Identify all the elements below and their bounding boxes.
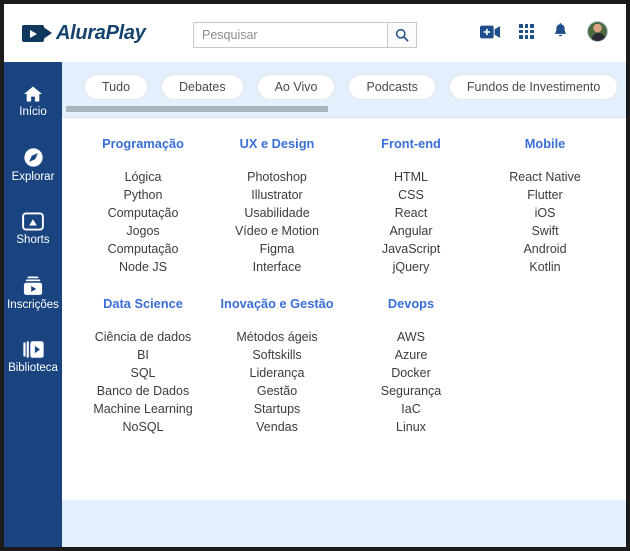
category-link[interactable]: Illustrator xyxy=(210,186,344,204)
category-link[interactable]: Liderança xyxy=(210,364,344,382)
app-header: AluraPlay xyxy=(4,4,626,62)
search-bar xyxy=(193,22,417,48)
category-column-devops: Devops AWS Azure Docker Segurança IaC Li… xyxy=(344,296,478,436)
category-link[interactable]: CSS xyxy=(344,186,478,204)
video-camera-add-icon[interactable] xyxy=(480,25,500,39)
category-title: Programação xyxy=(102,136,184,151)
category-link[interactable]: Node JS xyxy=(76,258,210,276)
category-link[interactable]: Docker xyxy=(344,364,478,382)
category-column-front-end: Front-end HTML CSS React Angular JavaScr… xyxy=(344,136,478,276)
video-camera-icon xyxy=(22,25,52,42)
sidebar-nav: Início Explorar Shorts Inscrições Biblio… xyxy=(4,62,62,547)
category-link[interactable]: Angular xyxy=(344,222,478,240)
category-link[interactable]: Banco de Dados xyxy=(76,382,210,400)
category-tabs: Tudo Debates Ao Vivo Podcasts Fundos de … xyxy=(62,72,626,102)
category-link[interactable]: Photoshop xyxy=(210,168,344,186)
sidebar-item-inicio[interactable]: Início xyxy=(4,72,62,130)
category-title: Data Science xyxy=(103,296,183,311)
category-link[interactable]: Computação xyxy=(76,204,210,222)
category-link[interactable]: Interface xyxy=(210,258,344,276)
category-link[interactable]: Segurança xyxy=(344,382,478,400)
category-link[interactable]: Métodos ágeis xyxy=(210,328,344,346)
category-link[interactable]: Swift xyxy=(478,222,612,240)
app-window: AluraPlay Pesquisar Início Explorar Shor… xyxy=(4,4,626,547)
category-link[interactable]: jQuery xyxy=(344,258,478,276)
search-button[interactable] xyxy=(387,22,417,48)
category-title: Front-end xyxy=(381,136,441,151)
category-link[interactable]: React xyxy=(344,204,478,222)
shorts-screen-icon xyxy=(22,212,44,231)
categories-panel: Programação Lógica Python Computação Jog… xyxy=(62,117,626,500)
sidebar-item-label: Explorar xyxy=(11,171,55,183)
category-link[interactable]: AWS xyxy=(344,328,478,346)
sidebar-item-biblioteca[interactable]: Biblioteca xyxy=(4,328,62,386)
category-column-mobile: Mobile React Native Flutter iOS Swift An… xyxy=(478,136,612,276)
horizontal-scrollbar[interactable] xyxy=(66,106,622,112)
subscriptions-icon xyxy=(23,276,43,295)
sidebar-item-label: Inscrições xyxy=(7,298,59,311)
tab-podcasts[interactable]: Podcasts xyxy=(348,74,436,100)
header-actions xyxy=(480,21,608,42)
category-link[interactable]: NoSQL xyxy=(76,418,210,436)
search-icon xyxy=(395,28,409,42)
category-link[interactable]: SQL xyxy=(76,364,210,382)
scrollbar-thumb[interactable] xyxy=(66,106,328,112)
categories-grid: Programação Lógica Python Computação Jog… xyxy=(62,136,626,436)
tab-fundos-de-investimento[interactable]: Fundos de Investimento xyxy=(448,74,619,100)
category-link[interactable]: Vendas xyxy=(210,418,344,436)
category-link[interactable]: Flutter xyxy=(478,186,612,204)
category-column-inovacao-e-gestao: Inovação e Gestão Métodos ágeis Softskil… xyxy=(210,296,344,436)
category-link[interactable]: Azure xyxy=(344,346,478,364)
sidebar-item-label: Início xyxy=(19,105,47,118)
bell-notification-icon[interactable] xyxy=(553,23,568,40)
category-title: Devops xyxy=(387,296,435,311)
category-link[interactable]: HTML xyxy=(344,168,478,186)
category-link[interactable]: iOS xyxy=(478,204,612,222)
category-link[interactable]: Linux xyxy=(344,418,478,436)
category-link[interactable]: Machine Learning xyxy=(76,400,210,418)
category-column-data-science: Data Science Ciência de dados BI SQL Ban… xyxy=(76,296,210,436)
category-link[interactable]: Usabilidade xyxy=(210,204,344,222)
home-icon xyxy=(24,86,42,101)
tab-tudo[interactable]: Tudo xyxy=(84,74,149,100)
category-link[interactable]: BI xyxy=(76,346,210,364)
compass-icon xyxy=(23,148,43,167)
apps-grid-icon[interactable] xyxy=(519,24,534,39)
category-title: Inovação e Gestão xyxy=(220,296,334,311)
category-title: UX e Design xyxy=(239,136,315,151)
category-link[interactable]: Lógica xyxy=(76,168,210,186)
sidebar-item-inscricoes[interactable]: Inscrições xyxy=(4,264,62,322)
category-link[interactable]: Vídeo e Motion xyxy=(210,222,344,240)
search-input[interactable] xyxy=(193,22,387,48)
category-link[interactable]: Python xyxy=(76,186,210,204)
logo-text: AluraPlay xyxy=(56,22,146,44)
category-link[interactable]: Android xyxy=(478,240,612,258)
category-column-ux-e-design: UX e Design Photoshop Illustrator Usabil… xyxy=(210,136,344,276)
category-link[interactable]: Startups xyxy=(210,400,344,418)
main-content: Tudo Debates Ao Vivo Podcasts Fundos de … xyxy=(62,62,626,547)
sidebar-item-label: Shorts xyxy=(16,234,50,246)
aluraplay-logo[interactable]: AluraPlay xyxy=(22,22,146,45)
tab-debates[interactable]: Debates xyxy=(161,74,244,100)
category-link[interactable]: Softskills xyxy=(210,346,344,364)
category-link[interactable]: React Native xyxy=(478,168,612,186)
category-link[interactable]: Figma xyxy=(210,240,344,258)
category-link[interactable]: Computação xyxy=(76,240,210,258)
category-link[interactable]: JavaScript xyxy=(344,240,478,258)
category-column-empty xyxy=(478,296,612,436)
category-link[interactable]: IaC xyxy=(344,400,478,418)
category-link[interactable]: Ciência de dados xyxy=(76,328,210,346)
category-column-programacao: Programação Lógica Python Computação Jog… xyxy=(76,136,210,276)
category-link[interactable]: Kotlin xyxy=(478,258,612,276)
user-avatar[interactable] xyxy=(587,21,608,42)
category-link[interactable]: Jogos xyxy=(76,222,210,240)
category-link[interactable]: Gestão xyxy=(210,382,344,400)
sidebar-item-explorar[interactable]: Explorar xyxy=(4,136,62,194)
sidebar-item-shorts[interactable]: Shorts xyxy=(4,200,62,258)
sidebar-item-label: Biblioteca xyxy=(8,362,58,374)
tab-ao-vivo[interactable]: Ao Vivo xyxy=(256,74,336,100)
library-icon xyxy=(22,341,44,358)
category-title: Mobile xyxy=(524,136,566,151)
